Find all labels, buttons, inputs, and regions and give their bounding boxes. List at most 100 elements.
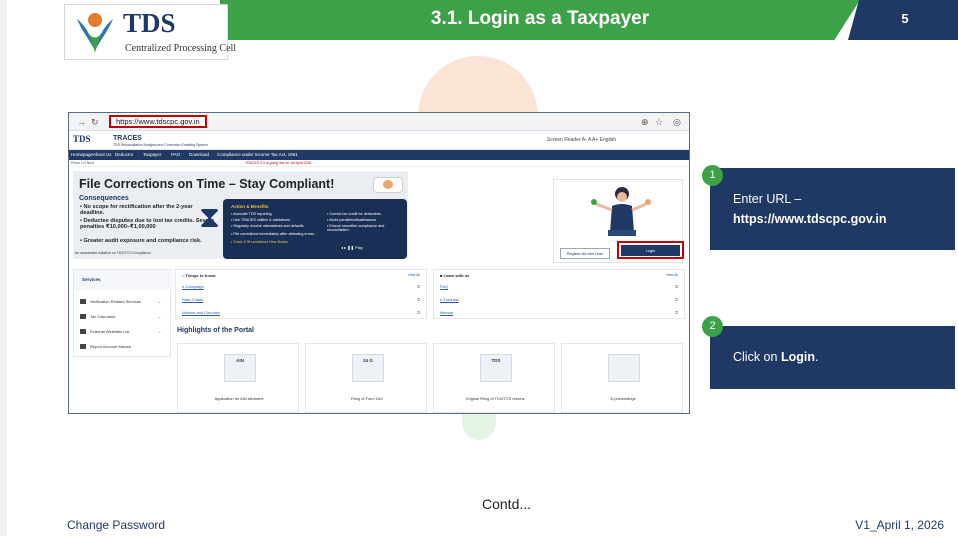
step-1-badge: 1 [702,165,723,186]
news-ticker: Press 1/4 Next TRACES 2.0 is going live … [69,160,689,167]
banner-title: File Corrections on Time – Stay Complian… [79,177,335,191]
nav-about-us[interactable]: About Us [93,152,112,157]
register-button[interactable]: Register As new User [560,248,610,259]
step-2-prefix: Click on [733,350,781,364]
external-link-icon[interactable]: ⧉ [417,297,420,302]
benefits-card: Action & Benefits • Accurate TDS reporti… [223,199,407,259]
carousel-controls[interactable]: ◂ ▸ ❚❚ Play [341,245,363,250]
login-button[interactable]: Login [621,245,680,256]
report-icon [80,344,86,350]
nav-pao[interactable]: PAO [171,152,180,157]
link-manual[interactable]: Manual [440,310,453,315]
chevron-down-icon[interactable]: ⌄ [158,314,161,319]
link-e-campaign[interactable]: e-Campaign [182,284,204,289]
hourglass-icon: ⧗ [199,201,221,234]
logo-subtitle: Centralized Processing Cell [125,43,237,54]
continued-note: Contd... [482,496,532,512]
link-rate-charts[interactable]: Rate Charts [182,297,203,302]
link-e-tutorials[interactable]: e-Tutorials [440,297,459,302]
nav-homepage[interactable]: Homepage [71,152,93,157]
tds-logo: TDS Centralized Processing Cell [64,4,236,60]
view-all-link[interactable]: View All [666,273,678,277]
benefit-point: • Correct tax credit for deductees. [327,212,382,216]
nav-taxpayer[interactable]: Taxpayer [143,152,161,157]
consequence-point: • Greater audit exposure and compliance … [80,238,202,244]
logo-flower-icon [77,13,113,53]
ticker-text[interactable]: TRACES 2.0 is going live on 1st April 20… [245,161,311,165]
service-verification[interactable]: Verification Related Services [80,299,141,305]
service-label: Report Account Misuse [90,344,132,349]
service-label: External Websites List [90,329,130,334]
benefits-heading: Action & Benefits [231,204,269,209]
highlight-card-ain[interactable]: AIN Application for AIN allotment [177,343,299,413]
highlight-caption: E-proceedings [610,396,636,401]
portal-screenshot: → ↻ https://www.tdscpc.gov.in ⊕ ☆ ◎ TDS … [68,112,690,414]
chevron-down-icon[interactable]: ⌄ [158,299,161,304]
highlight-caption: Filing of Form 24G [350,396,384,401]
highlights-title: Highlights of the Portal [177,327,254,334]
consequence-point: • No scope for rectification after the 2… [80,204,193,217]
benefit-point: • Accurate TDS reporting. [231,212,273,216]
external-link-icon[interactable]: ⧉ [675,297,678,302]
services-panel: Services Verification Related Services ⌄… [73,269,172,357]
services-heading: Services [74,270,172,290]
service-external-websites[interactable]: External Websites List [80,329,130,335]
highlight-caption: Application for AIN allotment [214,396,264,401]
address-bar[interactable]: https://www.tdscpc.gov.in [109,115,207,128]
benefit-point: • Regularly resolve mismatches and defau… [231,224,305,228]
welcome-illustration [591,187,651,236]
things-to-know-heading: ○ Things to Know [182,273,216,278]
awareness-note: An awareness initiative on TDS/TCS Compl… [75,251,151,255]
step-1-box: Enter URL – https://www.tdscpc.gov.in [710,168,955,250]
highlight-card-24g[interactable]: 24 G Filing of Form 24G [305,343,427,413]
benefit-point: • Use TRACES utilities & validations. [231,218,292,222]
monitor-icon [608,354,640,382]
accessibility-tools[interactable]: Screen Reader A- A A+ English [547,137,616,143]
external-link-icon[interactable]: ⧉ [417,284,420,289]
profile-icon[interactable]: ◎ [673,116,681,128]
highlight-card-tds-returns[interactable]: TDS Original Filing of TDS/TCS returns [433,343,555,413]
compliance-banner: File Corrections on Time – Stay Complian… [73,171,408,259]
slide: 3.1. Login as a Taxpayer 5 TDS Centraliz… [0,0,958,536]
highlight-caption: Original Filing of TDS/TCS returns [465,396,525,401]
chevron-down-icon[interactable]: ⌄ [158,329,161,334]
logo-text: TDS [123,8,176,38]
tds-return-icon: TDS [480,354,512,382]
browser-toolbar: → ↻ https://www.tdscpc.gov.in ⊕ ☆ ◎ [69,113,689,131]
site-logo[interactable]: TDS [73,134,91,144]
highlight-card-e-proceedings[interactable]: E-proceedings [561,343,683,413]
star-icon[interactable]: ☆ [655,116,663,128]
link-faq[interactable]: FAQ [440,284,448,289]
learn-with-us-heading: ■ Learn with us [440,273,470,278]
form-24g-icon: 24 G [352,354,384,382]
benefit-point: • Avoid penalties/disallowance. [327,218,378,222]
step-2-box: Click on Login. [710,326,955,389]
external-link-icon[interactable]: ⧉ [675,310,678,315]
ticker-controls[interactable]: Press 1/4 Next [71,161,94,165]
slide-header: 3.1. Login as a Taxpayer 5 [220,0,958,40]
site-header: TDS TRACES TDS Reconciliation Analysis a… [69,132,689,150]
consequence-point: • Deductee disputes due to lost tax cred… [80,218,215,231]
slide-title: 3.1. Login as a Taxpayer [430,8,650,29]
service-tax-calculator[interactable]: Tax Calculator [80,314,115,320]
reload-icon[interactable]: ↻ [91,116,99,128]
external-link-icon[interactable]: ⧉ [675,284,678,289]
service-report-misuse[interactable]: Report Account Misuse [80,344,132,350]
view-all-link[interactable]: View All [408,273,420,277]
site-name: TRACES [113,135,142,142]
benefit-point: • Ensure smoother compliance and reconci… [327,224,385,232]
nav-compliance[interactable]: Compliance under Income Tax Act, 1961 [217,152,298,157]
zoom-icon[interactable]: ⊕ [641,116,649,128]
consequences-heading: Consequences [79,195,129,202]
verification-icon [80,299,86,305]
calculator-icon [80,314,86,320]
things-to-know-panel: ○ Things to Know View All e-Campaign ⧉ R… [175,269,427,319]
external-link-icon[interactable]: ⧉ [417,310,420,315]
step-2-suffix: . [814,350,819,364]
link-notices-circulars[interactable]: Notices and Circulars [182,310,220,315]
nav-deductor[interactable]: Deductor [115,152,133,157]
link-icon [80,329,86,335]
nav-download[interactable]: Download [189,152,209,157]
benefit-point[interactable]: • Track & fill unclaimed New Books [231,240,288,244]
back-arrow-icon[interactable]: → [77,116,86,128]
